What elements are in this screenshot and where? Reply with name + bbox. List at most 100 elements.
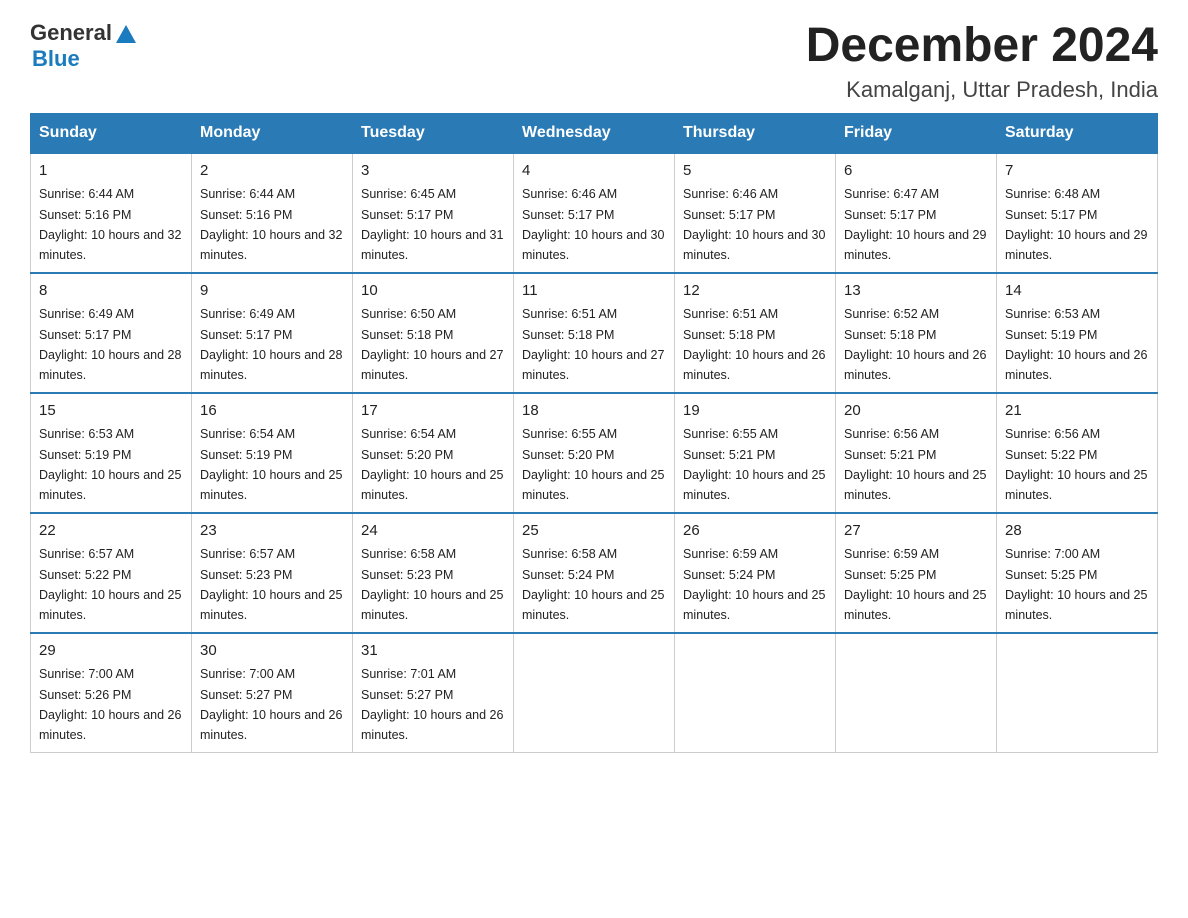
calendar-cell: 26Sunrise: 6:59 AMSunset: 5:24 PMDayligh… <box>675 513 836 633</box>
calendar-cell: 15 Sunrise: 6:53 AMSunset: 5:19 PMDayligh… <box>31 393 192 513</box>
day-info: Sunrise: 6:55 AMSunset: 5:20 PMDaylight:… <box>522 427 664 502</box>
calendar-cell: 20Sunrise: 6:56 AMSunset: 5:21 PMDayligh… <box>836 393 997 513</box>
day-info: Sunrise: 6:55 AMSunset: 5:21 PMDaylight:… <box>683 427 825 502</box>
logo: General Blue <box>30 20 137 72</box>
day-info: Sunrise: 6:58 AMSunset: 5:24 PMDaylight:… <box>522 547 664 622</box>
day-number: 23 <box>200 520 344 543</box>
calendar-cell: 27 Sunrise: 6:59 AMSunset: 5:25 PMDayligh… <box>836 513 997 633</box>
day-number: 16 <box>200 400 344 423</box>
logo-triangle-icon <box>115 23 137 45</box>
calendar-cell: 12Sunrise: 6:51 AMSunset: 5:18 PMDayligh… <box>675 273 836 393</box>
calendar-cell: 29Sunrise: 7:00 AMSunset: 5:26 PMDayligh… <box>31 633 192 753</box>
calendar-cell <box>514 633 675 753</box>
calendar-table: Sunday Monday Tuesday Wednesday Thursday… <box>30 113 1158 753</box>
calendar-cell: 9 Sunrise: 6:49 AMSunset: 5:17 PMDaylight… <box>192 273 353 393</box>
calendar-cell <box>997 633 1158 753</box>
header-thursday: Thursday <box>675 113 836 153</box>
month-year-title: December 2024 <box>806 20 1158 73</box>
day-number: 6 <box>844 160 988 183</box>
day-info: Sunrise: 6:53 AMSunset: 5:19 PMDaylight:… <box>1005 307 1147 382</box>
calendar-cell: 18 Sunrise: 6:55 AMSunset: 5:20 PMDayligh… <box>514 393 675 513</box>
day-number: 18 <box>522 400 666 423</box>
day-info: Sunrise: 6:56 AMSunset: 5:22 PMDaylight:… <box>1005 427 1147 502</box>
week-row-5: 29Sunrise: 7:00 AMSunset: 5:26 PMDayligh… <box>31 633 1158 753</box>
calendar-cell <box>836 633 997 753</box>
day-number: 19 <box>683 400 827 423</box>
calendar-cell: 1 Sunrise: 6:44 AMSunset: 5:16 PMDaylight… <box>31 153 192 273</box>
calendar-cell: 17 Sunrise: 6:54 AMSunset: 5:20 PMDayligh… <box>353 393 514 513</box>
day-info: Sunrise: 6:51 AMSunset: 5:18 PMDaylight:… <box>522 307 664 382</box>
calendar-cell: 8Sunrise: 6:49 AMSunset: 5:17 PMDaylight… <box>31 273 192 393</box>
day-info: Sunrise: 6:58 AMSunset: 5:23 PMDaylight:… <box>361 547 503 622</box>
week-row-2: 8Sunrise: 6:49 AMSunset: 5:17 PMDaylight… <box>31 273 1158 393</box>
day-number: 2 <box>200 160 344 183</box>
day-info: Sunrise: 6:53 AMSunset: 5:19 PMDaylight:… <box>39 427 181 502</box>
location-subtitle: Kamalganj, Uttar Pradesh, India <box>806 77 1158 103</box>
day-number: 25 <box>522 520 666 543</box>
calendar-cell: 2Sunrise: 6:44 AMSunset: 5:16 PMDaylight… <box>192 153 353 273</box>
header-monday: Monday <box>192 113 353 153</box>
day-info: Sunrise: 6:47 AMSunset: 5:17 PMDaylight:… <box>844 187 986 262</box>
day-number: 30 <box>200 640 344 663</box>
calendar-cell: 30Sunrise: 7:00 AMSunset: 5:27 PMDayligh… <box>192 633 353 753</box>
calendar-cell: 28 Sunrise: 7:00 AMSunset: 5:25 PMDayligh… <box>997 513 1158 633</box>
day-info: Sunrise: 7:00 AMSunset: 5:25 PMDaylight:… <box>1005 547 1147 622</box>
page-container: General Blue December 2024 Kamalganj, Ut… <box>30 20 1158 753</box>
day-number: 27 <box>844 520 988 543</box>
day-number: 4 <box>522 160 666 183</box>
week-row-1: 1 Sunrise: 6:44 AMSunset: 5:16 PMDaylight… <box>31 153 1158 273</box>
day-number: 26 <box>683 520 827 543</box>
calendar-cell: 6 Sunrise: 6:47 AMSunset: 5:17 PMDaylight… <box>836 153 997 273</box>
day-info: Sunrise: 6:44 AMSunset: 5:16 PMDaylight:… <box>39 187 181 262</box>
day-info: Sunrise: 6:46 AMSunset: 5:17 PMDaylight:… <box>683 187 825 262</box>
week-row-4: 22 Sunrise: 6:57 AMSunset: 5:22 PMDayligh… <box>31 513 1158 633</box>
day-info: Sunrise: 6:48 AMSunset: 5:17 PMDaylight:… <box>1005 187 1147 262</box>
day-number: 9 <box>200 280 344 303</box>
day-number: 10 <box>361 280 505 303</box>
day-info: Sunrise: 6:54 AMSunset: 5:20 PMDaylight:… <box>361 427 503 502</box>
day-number: 11 <box>522 280 666 303</box>
day-info: Sunrise: 6:46 AMSunset: 5:17 PMDaylight:… <box>522 187 664 262</box>
day-number: 5 <box>683 160 827 183</box>
calendar-cell: 10 Sunrise: 6:50 AMSunset: 5:18 PMDayligh… <box>353 273 514 393</box>
calendar-cell: 31 Sunrise: 7:01 AMSunset: 5:27 PMDayligh… <box>353 633 514 753</box>
day-info: Sunrise: 6:50 AMSunset: 5:18 PMDaylight:… <box>361 307 503 382</box>
day-info: Sunrise: 6:52 AMSunset: 5:18 PMDaylight:… <box>844 307 986 382</box>
day-number: 31 <box>361 640 505 663</box>
day-number: 12 <box>683 280 827 303</box>
day-info: Sunrise: 6:57 AMSunset: 5:22 PMDaylight:… <box>39 547 181 622</box>
calendar-cell: 19 Sunrise: 6:55 AMSunset: 5:21 PMDayligh… <box>675 393 836 513</box>
day-info: Sunrise: 6:59 AMSunset: 5:25 PMDaylight:… <box>844 547 986 622</box>
calendar-cell: 13 Sunrise: 6:52 AMSunset: 5:18 PMDayligh… <box>836 273 997 393</box>
day-number: 1 <box>39 160 183 183</box>
day-number: 15 <box>39 400 183 423</box>
title-section: December 2024 Kamalganj, Uttar Pradesh, … <box>806 20 1158 103</box>
day-number: 13 <box>844 280 988 303</box>
day-number: 7 <box>1005 160 1149 183</box>
day-number: 3 <box>361 160 505 183</box>
day-number: 22 <box>39 520 183 543</box>
calendar-cell <box>675 633 836 753</box>
day-number: 28 <box>1005 520 1149 543</box>
week-row-3: 15 Sunrise: 6:53 AMSunset: 5:19 PMDayligh… <box>31 393 1158 513</box>
header: General Blue December 2024 Kamalganj, Ut… <box>30 20 1158 103</box>
calendar-cell: 16 Sunrise: 6:54 AMSunset: 5:19 PMDayligh… <box>192 393 353 513</box>
logo-text-general: General <box>30 20 112 46</box>
day-info: Sunrise: 6:49 AMSunset: 5:17 PMDaylight:… <box>200 307 342 382</box>
day-info: Sunrise: 7:01 AMSunset: 5:27 PMDaylight:… <box>361 667 503 742</box>
header-wednesday: Wednesday <box>514 113 675 153</box>
calendar-cell: 14Sunrise: 6:53 AMSunset: 5:19 PMDayligh… <box>997 273 1158 393</box>
header-sunday: Sunday <box>31 113 192 153</box>
day-info: Sunrise: 6:56 AMSunset: 5:21 PMDaylight:… <box>844 427 986 502</box>
calendar-cell: 4 Sunrise: 6:46 AMSunset: 5:17 PMDaylight… <box>514 153 675 273</box>
day-info: Sunrise: 6:54 AMSunset: 5:19 PMDaylight:… <box>200 427 342 502</box>
header-saturday: Saturday <box>997 113 1158 153</box>
day-info: Sunrise: 6:49 AMSunset: 5:17 PMDaylight:… <box>39 307 181 382</box>
calendar-cell: 24Sunrise: 6:58 AMSunset: 5:23 PMDayligh… <box>353 513 514 633</box>
weekday-header-row: Sunday Monday Tuesday Wednesday Thursday… <box>31 113 1158 153</box>
calendar-cell: 23Sunrise: 6:57 AMSunset: 5:23 PMDayligh… <box>192 513 353 633</box>
header-tuesday: Tuesday <box>353 113 514 153</box>
day-number: 29 <box>39 640 183 663</box>
calendar-cell: 7 Sunrise: 6:48 AMSunset: 5:17 PMDaylight… <box>997 153 1158 273</box>
day-number: 17 <box>361 400 505 423</box>
